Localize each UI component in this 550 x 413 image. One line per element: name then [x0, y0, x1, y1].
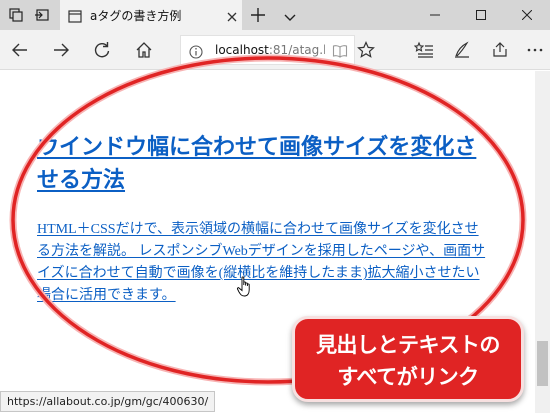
tab-active[interactable]: aタグの書き方例	[60, 0, 242, 30]
maximize-icon[interactable]	[458, 0, 504, 30]
tab-manager-icon[interactable]	[8, 7, 24, 23]
scrollbar-thumb[interactable]	[537, 341, 548, 386]
close-window-icon[interactable]	[504, 0, 550, 30]
plus-icon[interactable]	[250, 7, 266, 23]
refresh-icon[interactable]	[92, 40, 112, 60]
tab-bar: aタグの書き方例	[0, 0, 550, 30]
minimize-icon[interactable]	[412, 0, 458, 30]
vertical-scrollbar[interactable]	[535, 71, 550, 413]
reading-view-icon[interactable]	[332, 43, 348, 59]
article-text-link[interactable]: HTML＋CSSだけで、表示領域の横幅に合わせて画像サイズを変化させる方法を解説…	[37, 219, 492, 307]
home-icon[interactable]	[134, 40, 154, 60]
nav-bar: localhost:81/atag.htm	[0, 30, 550, 70]
more-icon[interactable]	[525, 40, 545, 60]
back-icon[interactable]	[10, 40, 30, 60]
chevron-down-icon[interactable]	[283, 9, 297, 21]
hand-cursor-icon	[236, 276, 250, 297]
share-icon[interactable]	[490, 40, 510, 60]
callout-line-1: 見出しとテキストの	[316, 333, 500, 357]
favorites-list-icon[interactable]	[414, 40, 434, 60]
tab-title: aタグの書き方例	[90, 9, 182, 23]
address-url[interactable]: localhost:81/atag.htm	[215, 43, 325, 57]
info-icon[interactable]	[189, 44, 203, 59]
forward-icon[interactable]	[51, 40, 71, 60]
address-path: :81/atag.htm	[268, 43, 325, 57]
set-aside-tabs-icon[interactable]	[34, 7, 50, 23]
status-bar-url: https://allabout.co.jp/gm/gc/400630/	[0, 391, 216, 412]
close-icon[interactable]	[226, 8, 238, 22]
page-icon	[68, 8, 82, 23]
article-heading-link[interactable]: ウインドウ幅に合わせて画像サイズを変化させる方法	[37, 130, 482, 196]
favorite-star-icon[interactable]	[356, 40, 376, 60]
pen-icon[interactable]	[452, 40, 472, 60]
annotation-callout: 見出しとテキストの すべてがリンク	[292, 316, 524, 402]
address-bar[interactable]: localhost:81/atag.htm	[180, 35, 355, 65]
address-host: localhost	[215, 43, 269, 57]
callout-line-2: すべてがリンク	[337, 365, 479, 389]
